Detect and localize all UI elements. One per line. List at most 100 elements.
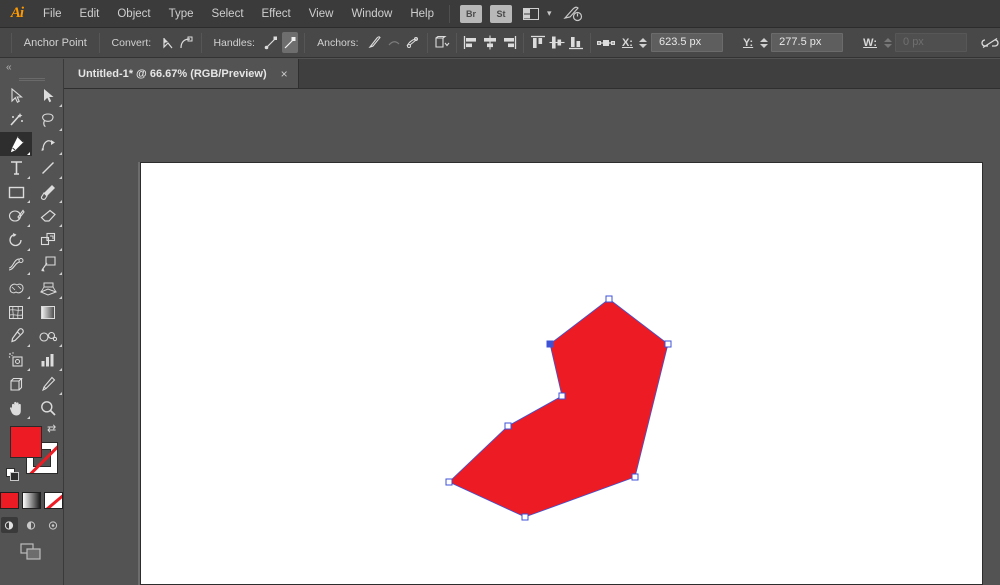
menu-file[interactable]: File [34,0,71,28]
menu-edit[interactable]: Edit [71,0,109,28]
y-stepper[interactable] [758,34,769,52]
direct-selection-tool[interactable] [32,84,64,108]
transform-icon[interactable] [597,32,615,53]
symbol-sprayer-tool[interactable] [0,348,32,372]
control-divider [201,33,202,53]
fill-swatch[interactable] [10,426,42,458]
remove-selected-anchors-button[interactable] [367,32,384,53]
red-polygon-path[interactable] [449,299,668,517]
menu-effect[interactable]: Effect [253,0,300,28]
lasso-tool[interactable] [32,108,64,132]
width-tool[interactable] [0,252,32,276]
show-handles-button[interactable] [263,32,280,53]
x-coordinate-field[interactable]: 623.5 px [651,33,723,52]
menu-type[interactable]: Type [160,0,203,28]
launch-icon[interactable] [561,4,585,24]
shape-builder-tool[interactable] [0,276,32,300]
active-tool-label: Anchor Point [17,37,94,49]
perspective-grid-tool[interactable] [32,276,64,300]
width-stepper [882,34,893,52]
document-tab-bar: Untitled-1* @ 66.67% (RGB/Preview) × [64,59,1000,89]
align-horizontal-center-button[interactable] [482,32,499,53]
screen-mode-row [0,543,63,566]
menu-view[interactable]: View [300,0,343,28]
x-stepper[interactable] [638,34,649,52]
app-logo: Ai [0,0,34,28]
constrain-proportions-icon[interactable] [981,32,999,53]
drawing-modes-row [0,517,63,533]
scale-tool[interactable] [32,228,64,252]
align-top-button[interactable] [530,32,547,53]
draw-normal-button[interactable] [1,517,18,533]
width-group: W: 0 px [859,33,967,52]
menu-window[interactable]: Window [342,0,401,28]
stock-icon[interactable]: St [490,5,512,23]
artwork-layer [64,89,1000,585]
collapse-panel-button[interactable]: « [0,59,63,75]
illustrator-window: Ai File Edit Object Type Select Effect V… [0,0,1000,585]
blend-tool[interactable] [32,324,64,348]
slice-tool[interactable] [32,372,64,396]
control-divider [523,33,524,53]
fill-color-button[interactable] [0,492,19,509]
gradient-tool[interactable] [32,300,64,324]
hide-handles-button[interactable] [282,32,299,53]
menu-select[interactable]: Select [203,0,253,28]
menu-divider [449,5,450,23]
canvas-area[interactable] [64,89,1000,585]
arrange-documents-icon[interactable] [519,4,543,24]
rotate-tool[interactable] [0,228,32,252]
change-screen-mode-button[interactable] [20,543,44,566]
draw-inside-button[interactable] [45,517,62,533]
x-coordinate-group: X: 623.5 px [618,33,723,52]
selection-tool[interactable] [0,84,32,108]
eraser-tool[interactable] [32,204,64,228]
hand-tool[interactable] [0,396,32,420]
cut-path-at-anchors-button[interactable] [404,32,421,53]
none-button[interactable] [44,492,63,509]
magic-wand-tool[interactable] [0,108,32,132]
swap-fill-stroke-icon[interactable]: ⇄ [47,424,60,437]
document-tab[interactable]: Untitled-1* @ 66.67% (RGB/Preview) × [64,59,299,88]
x-label: X: [622,37,633,49]
convert-to-corner-button[interactable] [159,32,176,53]
default-fill-stroke-icon[interactable] [6,468,20,482]
connect-selected-endpoints-button[interactable] [385,32,402,53]
tools-panel: « [0,59,64,585]
rectangle-tool[interactable] [0,180,32,204]
fill-stroke-control: ⇄ [0,424,64,486]
align-vertical-center-button[interactable] [549,32,566,53]
gradient-button[interactable] [22,492,41,509]
artboard-tool[interactable] [0,372,32,396]
type-tool[interactable] [0,156,32,180]
align-right-button[interactable] [501,32,518,53]
shaper-tool[interactable] [0,204,32,228]
draw-behind-button[interactable] [23,517,40,533]
menu-help[interactable]: Help [401,0,443,28]
paintbrush-tool[interactable] [32,180,64,204]
width-label: W: [863,37,877,49]
eyedropper-tool[interactable] [0,324,32,348]
menu-bar: Ai File Edit Object Type Select Effect V… [0,0,1000,28]
curvature-tool[interactable] [32,132,64,156]
bridge-icon[interactable]: Br [460,5,482,23]
align-bottom-button[interactable] [567,32,584,53]
mesh-tool[interactable] [0,300,32,324]
pen-tool[interactable] [0,132,32,156]
close-icon[interactable]: × [281,68,288,80]
align-left-button[interactable] [463,32,480,53]
isolate-selected-object-button[interactable] [434,32,451,53]
free-transform-tool[interactable] [32,252,64,276]
chevron-down-icon[interactable]: ▾ [547,8,552,19]
control-divider [304,33,305,53]
zoom-tool[interactable] [32,396,64,420]
line-segment-tool[interactable] [32,156,64,180]
width-field: 0 px [895,33,967,52]
convert-to-smooth-button[interactable] [178,32,195,53]
menu-object[interactable]: Object [108,0,159,28]
y-coordinate-field[interactable]: 277.5 px [771,33,843,52]
panel-grip[interactable] [0,75,63,84]
control-bar: Anchor Point Convert: Handles: Anchors: [0,28,1000,58]
selected-anchor-point [547,341,553,347]
column-graph-tool[interactable] [32,348,64,372]
